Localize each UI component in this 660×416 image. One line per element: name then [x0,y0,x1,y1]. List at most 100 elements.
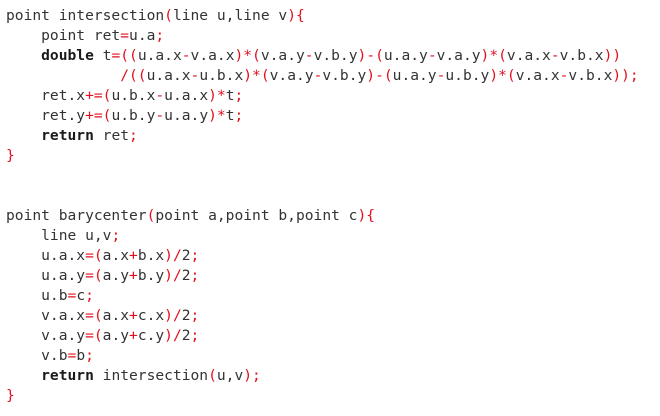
code-operator: = [67,287,77,304]
code-operator: )*( [480,47,507,64]
code-operator: )) [603,47,622,64]
code-operator: )/ [164,247,182,264]
code-line[interactable]: } [0,386,660,406]
code-token: point a,point b,point c [155,207,358,224]
code-token: line u,v [6,227,112,244]
code-operator: =( [85,327,103,344]
code-line[interactable]: ret.x+=(u.b.x-u.a.x)*t; [0,86,660,106]
code-token: u.b.y [111,107,156,124]
code-token: point ret [6,27,121,44]
code-token: u.b.x [199,67,244,84]
code-operator: ; [129,127,138,144]
code-line[interactable]: point ret=u.a; [0,26,660,46]
code-line[interactable]: v.a.x=(a.x+c.x)/2; [0,306,660,326]
code-operator: )*( [234,47,261,64]
code-operator: } [6,387,15,404]
code-token: v.a.y [269,67,314,84]
code-keyword: double [6,47,103,64]
code-token: v.a.x [506,47,551,64]
code-line[interactable]: return ret; [0,126,660,146]
code-line[interactable] [0,186,660,206]
code-token: u.a.x [164,87,209,104]
code-token: b.x [137,247,165,264]
code-operator: = [120,27,130,44]
code-operator: +=( [85,107,112,124]
code-token: u.b [6,287,68,304]
code-token: point barycenter [6,207,147,224]
code-token: a.x [102,247,130,264]
code-operator: + [129,327,138,344]
code-operator: ( [208,367,217,384]
code-token: ret.y [6,107,86,124]
code-token: intersection [102,367,209,384]
code-operator: ; [85,287,94,304]
code-line[interactable]: /((u.a.x-u.b.x)*(v.a.y-v.b.y)-(u.a.y-u.b… [0,66,660,86]
code-line[interactable]: ret.y+=(u.b.y-u.a.y)*t; [0,106,660,126]
code-operator: /(( [6,67,147,84]
code-token: u,v [216,367,244,384]
code-operator: )); [612,67,639,84]
code-line[interactable]: point barycenter(point a,point b,point c… [0,206,660,226]
code-operator: )/ [164,307,182,324]
code-token: v.a.y [6,327,86,344]
code-token: c.x [137,307,165,324]
code-operator: )/ [164,267,182,284]
code-token: v.b.y [313,47,358,64]
code-operator: )-( [366,67,393,84]
code-line[interactable]: v.a.y=(a.y+c.y)/2; [0,326,660,346]
code-token: v.b.y [322,67,367,84]
code-line[interactable]: point intersection(line u,line v){ [0,6,660,26]
code-token: u.b.x [111,87,156,104]
code-line[interactable]: return intersection(u,v); [0,366,660,386]
code-operator: )*( [489,67,516,84]
code-line[interactable]: } [0,146,660,166]
code-operator: =( [85,307,103,324]
code-operator: - [304,47,314,64]
code-operator: ){ [357,207,376,224]
code-keyword: return [6,367,103,384]
code-operator: - [181,47,191,64]
code-operator: =(( [111,47,138,64]
code-line[interactable] [0,166,660,186]
code-operator: ); [243,367,261,384]
code-operator: - [155,107,165,124]
code-operator: )* [208,107,226,124]
code-line[interactable]: double t=((u.a.x-v.a.x)*(v.a.y-v.b.y)-(u… [0,46,660,66]
code-operator: )-( [357,47,384,64]
code-token: v.b [6,347,68,364]
code-operator: +=( [85,87,112,104]
code-line[interactable]: u.b=c; [0,286,660,306]
code-token: a.y [102,267,130,284]
code-operator: ; [190,307,200,324]
code-line[interactable]: line u,v; [0,226,660,246]
code-operator: ){ [287,7,305,24]
code-token: v.a.x [515,67,560,84]
code-line[interactable]: u.a.x=(a.x+b.x)/2; [0,246,660,266]
code-operator: + [129,267,138,284]
code-operator: ; [190,267,200,284]
code-operator: } [6,147,15,164]
code-line[interactable]: u.a.y=(a.y+b.y)/2; [0,266,660,286]
code-token: 2 [181,327,191,344]
code-operator: - [155,87,165,104]
code-operator: ; [155,27,165,44]
code-token: u.a.y [383,47,428,64]
code-operator: ; [190,247,200,264]
code-token: point intersection [6,7,165,24]
code-operator: + [129,247,138,264]
code-token: 2 [181,307,191,324]
code-token: u.a.y [6,267,86,284]
code-token: u.b.y [445,67,490,84]
code-token: v.a.x [190,47,235,64]
code-token: c.y [137,327,165,344]
code-token: b [76,347,86,364]
code-token: v.a.x [6,307,86,324]
code-keyword: return [6,127,103,144]
code-operator: ; [85,347,94,364]
code-editor[interactable]: point intersection(line u,line v){ point… [0,0,660,416]
code-token: c [76,287,86,304]
code-token: v.a.y [260,47,305,64]
code-token: b.y [137,267,165,284]
code-token: u.a.x [146,67,191,84]
code-line[interactable]: v.b=b; [0,346,660,366]
